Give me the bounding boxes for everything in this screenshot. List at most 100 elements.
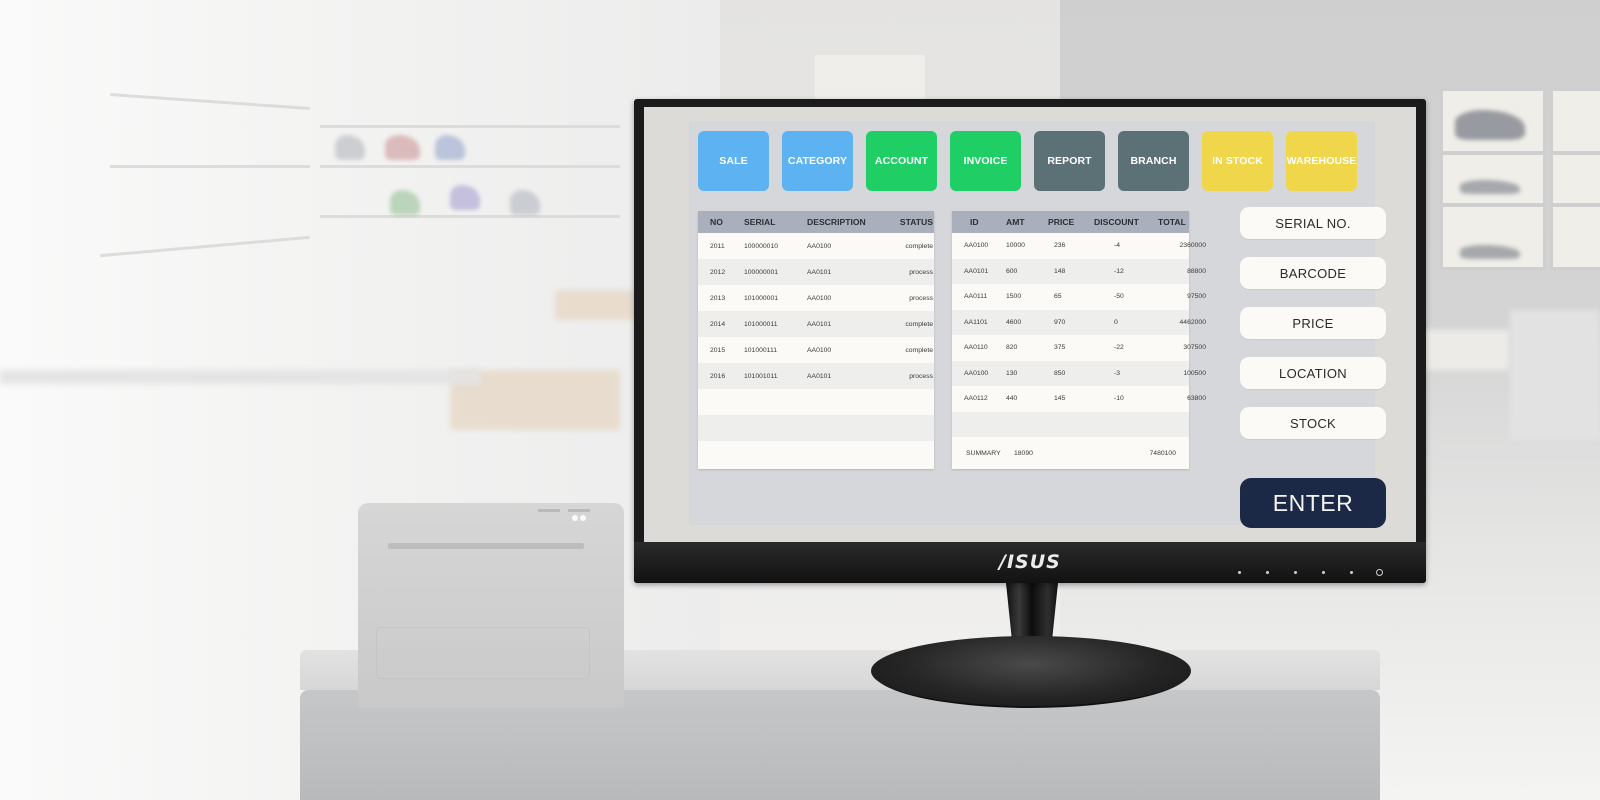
tile-warehouse[interactable]: WAREHOUSE: [1286, 131, 1357, 191]
items-cell-total: 100500: [1183, 369, 1206, 377]
orders-table-body: 2011 100000010 AA0100 complete 2012 100000001…: [698, 233, 934, 467]
orders-cell-no: 2011: [710, 242, 725, 250]
items-cell-total: 97500: [1187, 293, 1206, 301]
printer-button: [568, 509, 590, 512]
orders-table-row[interactable]: 2015 101000111 AA0100 complete: [698, 337, 934, 363]
orders-table-row[interactable]: [698, 441, 934, 467]
items-cell-amt: 10000: [1006, 242, 1025, 250]
orders-cell-serial: 101000011: [744, 320, 778, 328]
monitor-control-button[interactable]: [1322, 571, 1325, 574]
shoe-cubby: [1550, 88, 1600, 154]
column-header-amt[interactable]: AMT: [1000, 217, 1044, 227]
items-table-row[interactable]: AA1101 4600 970 0 4462000: [952, 309, 1206, 335]
shoe-cubby: [1440, 152, 1546, 206]
items-cell-discount: -22: [1114, 344, 1124, 352]
orders-table-row[interactable]: [698, 389, 934, 415]
items-cell-total: 2360000: [1179, 242, 1206, 250]
monitor-neck: [1006, 583, 1058, 643]
orders-cell-serial: 101000001: [744, 294, 779, 302]
location-field[interactable]: LOCATION: [1240, 357, 1386, 389]
orders-table-row[interactable]: 2012 100000001 AA0101 process: [698, 259, 934, 285]
tile-sale[interactable]: SALE: [698, 131, 769, 191]
brand-logo: /ISUS: [999, 551, 1061, 573]
category-tiles: SALE CATEGORY ACCOUNT INVOICE REPORT BRA…: [698, 131, 1360, 191]
enter-button[interactable]: ENTER: [1240, 478, 1386, 528]
column-header-discount[interactable]: DISCOUNT: [1094, 217, 1152, 227]
items-table-row[interactable]: AA0101 600 148 -12 88800: [952, 258, 1206, 284]
column-header-id[interactable]: ID: [952, 217, 1000, 227]
items-cell-id: AA1101: [964, 318, 988, 326]
summary-row: SUMMARY 18090 7480100: [952, 437, 1189, 469]
monitor-control-button[interactable]: [1294, 571, 1297, 574]
serial-no-field[interactable]: SERIAL NO.: [1240, 207, 1386, 239]
tile-invoice[interactable]: INVOICE: [950, 131, 1021, 191]
orders-table-row[interactable]: 2016 101001011 AA0101 process: [698, 363, 934, 389]
orders-cell-no: 2012: [710, 268, 726, 276]
items-table-row[interactable]: AA0100 10000 236 -4 2360000: [952, 233, 1206, 259]
shelf-product: [1460, 245, 1520, 259]
price-field[interactable]: PRICE: [1240, 307, 1386, 339]
items-table-row[interactable]: AA0111 1500 65 -50 97500: [952, 284, 1206, 310]
monitor-control-button[interactable]: [1350, 571, 1353, 574]
items-cell-discount: -10: [1114, 395, 1124, 403]
shelf-product: [385, 135, 420, 160]
shelf-product: [390, 190, 420, 215]
items-cell-price: 375: [1054, 344, 1066, 352]
column-header-status[interactable]: STATUS: [887, 217, 933, 227]
items-cell-discount: -12: [1114, 267, 1124, 275]
column-header-no[interactable]: NO: [698, 217, 736, 227]
summary-total: 7480100: [1149, 449, 1176, 457]
orders-cell-status: process: [909, 268, 933, 276]
items-table-row[interactable]: AA0110 820 375 -22 307500: [952, 335, 1206, 361]
items-table-row[interactable]: AA0100 130 850 -3 100500: [952, 360, 1206, 386]
printer-paper-slot: [388, 543, 584, 549]
barcode-field[interactable]: BARCODE: [1240, 257, 1386, 289]
column-header-total[interactable]: TOTAL: [1152, 217, 1188, 227]
items-cell-price: 970: [1054, 318, 1066, 326]
orders-table-row[interactable]: [698, 415, 934, 441]
monitor-control-button[interactable]: [1266, 571, 1269, 574]
items-table-row[interactable]: AA0112 440 145 -10 63800: [952, 386, 1206, 412]
shelf-product: [1460, 180, 1520, 194]
tile-report[interactable]: REPORT: [1034, 131, 1105, 191]
orders-cell-description: AA0100: [807, 242, 832, 250]
printer-button: [538, 509, 560, 512]
tile-account[interactable]: ACCOUNT: [866, 131, 937, 191]
summary-label: SUMMARY: [966, 449, 1001, 457]
power-button-icon[interactable]: [1376, 569, 1383, 576]
orders-cell-serial: 100000010: [744, 242, 779, 250]
items-cell-discount: -3: [1114, 369, 1121, 377]
tile-label: CATEGORY: [787, 155, 848, 167]
tile-category[interactable]: CATEGORY: [782, 131, 853, 191]
field-label: PRICE: [1292, 315, 1334, 331]
tile-branch[interactable]: BRANCH: [1118, 131, 1189, 191]
items-table-row[interactable]: [952, 411, 1189, 437]
orders-cell-status: complete: [905, 320, 933, 328]
monitor-bezel-bottom: /ISUS: [634, 542, 1426, 583]
items-cell-id: AA0111: [964, 293, 988, 301]
shelf: [320, 125, 620, 128]
column-header-price[interactable]: PRICE: [1044, 217, 1094, 227]
items-cell-total: 88800: [1187, 267, 1206, 275]
shoe-cubby: [1550, 152, 1600, 206]
orders-cell-serial: 101000111: [744, 346, 778, 354]
orders-table-row[interactable]: 2014 101000011 AA0101 complete: [698, 311, 934, 337]
orders-table-row[interactable]: 2013 101000001 AA0100 process: [698, 285, 934, 311]
monitor-control-button[interactable]: [1238, 571, 1241, 574]
tile-label: ACCOUNT: [874, 155, 929, 167]
column-header-serial[interactable]: SERIAL: [736, 217, 807, 227]
orders-table-row[interactable]: 2011 100000010 AA0100 complete: [698, 233, 934, 259]
tile-in-stock[interactable]: IN STOCK: [1202, 131, 1273, 191]
orders-table-header: NO SERIAL DESCRIPTION STATUS: [698, 211, 934, 233]
orders-cell-no: 2013: [710, 294, 726, 302]
orders-cell-no: 2015: [710, 346, 726, 354]
field-label: STOCK: [1289, 415, 1337, 431]
items-cell-id: AA0100: [964, 242, 989, 250]
items-cell-price: 148: [1054, 267, 1066, 275]
shelf: [100, 235, 310, 258]
stock-field[interactable]: STOCK: [1240, 407, 1386, 439]
receipt-printer: [358, 503, 624, 708]
items-cell-price: 236: [1054, 242, 1066, 250]
orders-cell-description: AA0101: [807, 320, 832, 328]
column-header-description[interactable]: DESCRIPTION: [807, 217, 887, 227]
